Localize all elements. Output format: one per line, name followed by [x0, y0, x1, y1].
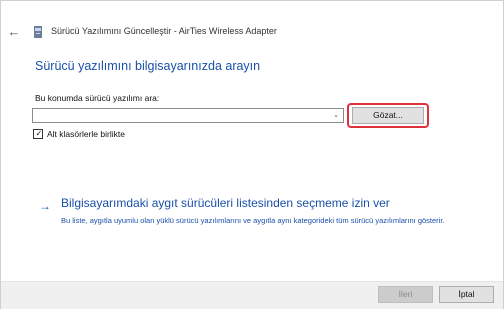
search-location-label: Bu konumda sürücü yazılımı ara:	[35, 93, 160, 103]
next-button[interactable]: İleri	[378, 286, 433, 303]
device-icon	[34, 26, 42, 38]
update-driver-window: ← Sürücü Yazılımını Güncelleştir - AirTi…	[0, 0, 504, 309]
arrow-right-icon: →	[39, 199, 51, 213]
chevron-down-icon[interactable]: ⌄	[331, 110, 341, 121]
include-subfolders-label: Alt klasörlerle birlikte	[47, 129, 125, 139]
pick-from-list-description: Bu liste, aygıtla uyumlu olan yüklü sürü…	[61, 216, 445, 225]
pick-from-list-link[interactable]: Bilgisayarımdaki aygıt sürücüleri listes…	[61, 196, 390, 210]
cancel-button[interactable]: İptal	[439, 286, 494, 303]
search-location-combobox[interactable]: ⌄	[32, 108, 344, 123]
include-subfolders-checkbox[interactable]: ✓	[33, 129, 43, 139]
title-bar: ← Sürücü Yazılımını Güncelleştir - AirTi…	[1, 1, 503, 39]
browse-button[interactable]: Gözat...	[352, 107, 424, 124]
back-arrow-icon[interactable]: ←	[7, 25, 21, 39]
page-heading: Sürücü yazılımını bilgisayarınızda arayı…	[35, 59, 261, 73]
checkmark-icon: ✓	[35, 129, 43, 138]
window-title: Sürücü Yazılımını Güncelleştir - AirTies…	[51, 26, 277, 36]
